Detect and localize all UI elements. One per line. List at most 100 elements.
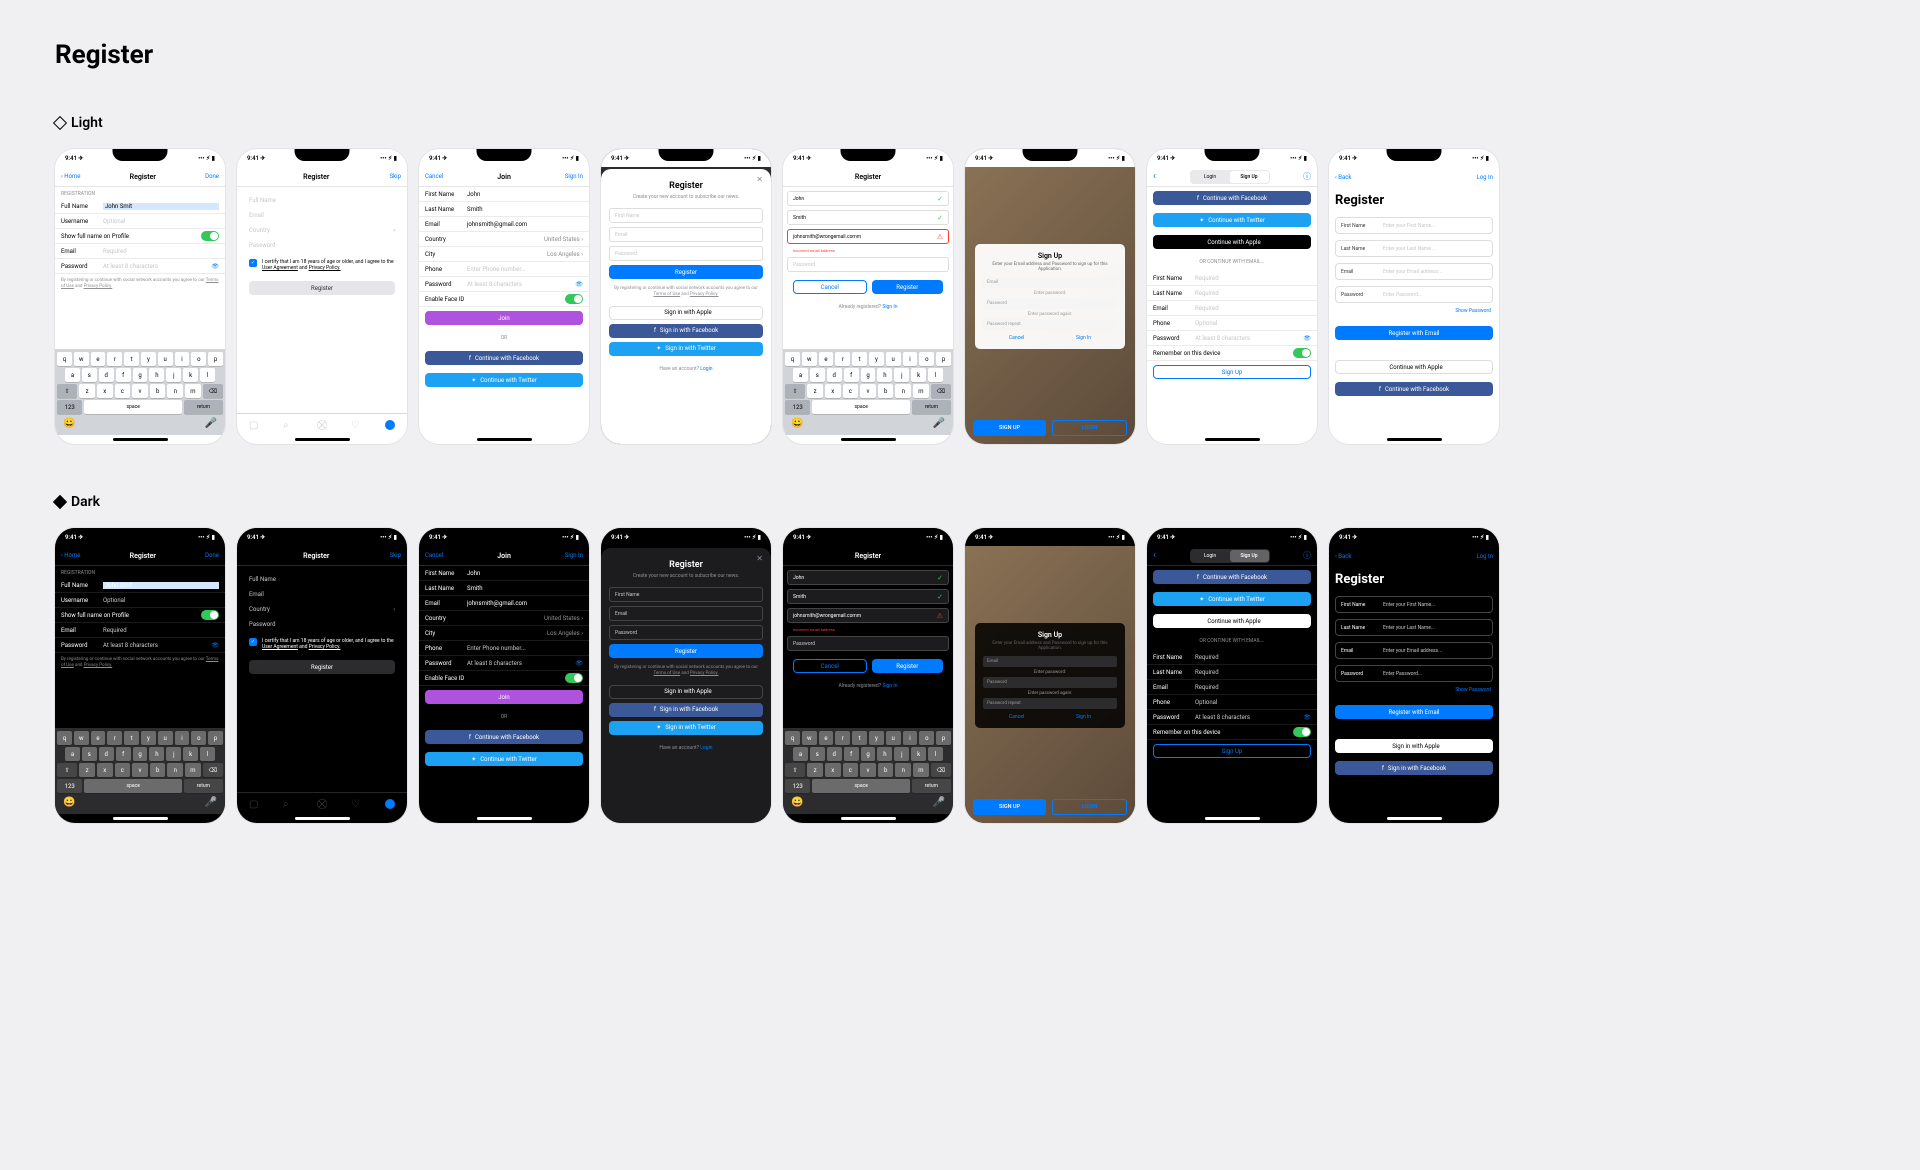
password-input[interactable]: At least 8 characters bbox=[467, 660, 522, 667]
shift-key[interactable]: ⇧ bbox=[57, 763, 77, 777]
key-l[interactable]: l bbox=[200, 747, 215, 761]
apple-button[interactable]: Sign in with Apple bbox=[1335, 739, 1493, 753]
full-name-input[interactable]: John Smit bbox=[103, 582, 219, 589]
first-name-input[interactable]: John✓ bbox=[787, 570, 949, 585]
full-name-input[interactable]: Full Name bbox=[249, 576, 276, 583]
key-v[interactable]: v bbox=[860, 763, 876, 777]
key-v[interactable]: v bbox=[860, 384, 876, 398]
cancel-button[interactable]: Cancel bbox=[1009, 335, 1024, 341]
age-checkbox[interactable]: ✓ bbox=[249, 259, 257, 267]
search-icon[interactable]: ⌕ bbox=[283, 420, 293, 430]
space-key[interactable]: space bbox=[84, 400, 182, 414]
key-y[interactable]: y bbox=[869, 352, 884, 366]
country-input[interactable]: Country bbox=[249, 227, 270, 234]
register-button[interactable]: Register bbox=[249, 660, 395, 674]
key-k[interactable]: k bbox=[183, 747, 198, 761]
key-x[interactable]: x bbox=[97, 384, 113, 398]
email-input[interactable]: Required bbox=[103, 627, 127, 634]
last-name-input[interactable]: Smith✓ bbox=[787, 589, 949, 604]
key-r[interactable]: r bbox=[107, 731, 122, 745]
wallet-icon[interactable]: ▢ bbox=[249, 799, 259, 809]
mic-icon[interactable]: 🎤 bbox=[933, 797, 945, 808]
key-t[interactable]: t bbox=[124, 352, 139, 366]
login-button[interactable]: LOGIN bbox=[1052, 420, 1127, 436]
email-input[interactable]: Email bbox=[609, 227, 763, 242]
eye-icon[interactable]: 👁 bbox=[211, 263, 219, 270]
show-profile-toggle[interactable] bbox=[201, 610, 219, 620]
facebook-button[interactable]: fSign in with Facebook bbox=[609, 324, 763, 338]
show-profile-toggle[interactable] bbox=[201, 231, 219, 241]
apple-button[interactable]: Continue with Apple bbox=[1153, 235, 1311, 249]
facebook-button[interactable]: fContinue with Facebook bbox=[425, 351, 583, 365]
emoji-icon[interactable]: 😀 bbox=[63, 418, 75, 429]
signin-button[interactable]: Sign In bbox=[1076, 335, 1091, 341]
search-icon[interactable]: ⌕ bbox=[283, 799, 293, 809]
key-a[interactable]: a bbox=[793, 747, 808, 761]
return-key[interactable]: return bbox=[912, 400, 951, 414]
key-n[interactable]: n bbox=[167, 384, 183, 398]
key-z[interactable]: z bbox=[79, 763, 95, 777]
key-s[interactable]: s bbox=[810, 747, 825, 761]
username-input[interactable]: Optional bbox=[103, 597, 125, 604]
twitter-button[interactable]: ✦Sign in with Twitter bbox=[609, 721, 763, 735]
faceid-toggle[interactable] bbox=[565, 294, 583, 304]
key-i[interactable]: i bbox=[175, 731, 190, 745]
emoji-icon[interactable]: 😀 bbox=[791, 418, 803, 429]
key-h[interactable]: h bbox=[149, 747, 164, 761]
last-name-input[interactable]: Last NameEnter your Last Name... bbox=[1335, 619, 1493, 636]
return-key[interactable]: return bbox=[184, 400, 223, 414]
back-button[interactable]: ‹ bbox=[1153, 171, 1156, 182]
info-icon[interactable]: ⓘ bbox=[1303, 550, 1311, 561]
done-button[interactable]: Done bbox=[205, 552, 219, 559]
password-input[interactable]: Password bbox=[787, 636, 949, 651]
key-v[interactable]: v bbox=[132, 763, 148, 777]
apple-button[interactable]: Sign in with Apple bbox=[609, 306, 763, 320]
key-o[interactable]: o bbox=[919, 731, 934, 745]
password-input[interactable]: Password bbox=[609, 246, 763, 261]
backspace-key[interactable]: ⌫ bbox=[203, 384, 223, 398]
backspace-key[interactable]: ⌫ bbox=[203, 763, 223, 777]
eye-icon[interactable]: 👁 bbox=[211, 642, 219, 649]
key-m[interactable]: m bbox=[913, 763, 929, 777]
close-icon[interactable]: ✕ bbox=[756, 554, 763, 563]
key-r[interactable]: r bbox=[835, 731, 850, 745]
key-d[interactable]: d bbox=[99, 747, 114, 761]
key-n[interactable]: n bbox=[895, 763, 911, 777]
key-g[interactable]: g bbox=[133, 368, 148, 382]
space-key[interactable]: space bbox=[812, 400, 910, 414]
first-name-input[interactable]: First Name bbox=[609, 587, 763, 602]
heart-icon[interactable]: ♡ bbox=[351, 420, 361, 430]
key-c[interactable]: c bbox=[115, 763, 131, 777]
login-link[interactable]: Login bbox=[700, 745, 712, 751]
done-button[interactable]: Done bbox=[205, 173, 219, 180]
apple-button[interactable]: Continue with Apple bbox=[1153, 614, 1311, 628]
key-u[interactable]: u bbox=[886, 731, 901, 745]
key-d[interactable]: d bbox=[827, 747, 842, 761]
key-m[interactable]: m bbox=[185, 384, 201, 398]
privacy-link[interactable]: Privacy Policy. bbox=[84, 284, 113, 289]
last-name-input[interactable]: Smith bbox=[467, 206, 583, 213]
back-button[interactable]: ‹ Home bbox=[61, 173, 80, 180]
key-i[interactable]: i bbox=[903, 352, 918, 366]
key-b[interactable]: b bbox=[150, 763, 166, 777]
mic-icon[interactable]: 🎤 bbox=[205, 797, 217, 808]
key-g[interactable]: g bbox=[133, 747, 148, 761]
cancel-button[interactable]: Cancel bbox=[425, 173, 443, 180]
return-key[interactable]: return bbox=[184, 779, 223, 793]
key-q[interactable]: q bbox=[57, 352, 72, 366]
facebook-button[interactable]: fContinue with Facebook bbox=[425, 730, 583, 744]
country-select[interactable]: United States › bbox=[544, 615, 583, 622]
key-a[interactable]: a bbox=[65, 747, 80, 761]
first-name-input[interactable]: First NameEnter your First Name... bbox=[1335, 596, 1493, 613]
eye-icon[interactable]: 👁 bbox=[1303, 335, 1311, 342]
password-input[interactable]: Password bbox=[787, 257, 949, 272]
apple-button[interactable]: Sign in with Apple bbox=[609, 685, 763, 699]
key-u[interactable]: u bbox=[886, 352, 901, 366]
key-g[interactable]: g bbox=[861, 747, 876, 761]
key-e[interactable]: e bbox=[91, 352, 106, 366]
signin-link[interactable]: Sign In bbox=[882, 683, 897, 689]
backspace-key[interactable]: ⌫ bbox=[931, 763, 951, 777]
facebook-button[interactable]: fSign in with Facebook bbox=[1335, 761, 1493, 775]
first-name-input[interactable]: First NameEnter your First Name... bbox=[1335, 217, 1493, 234]
skip-button[interactable]: Skip bbox=[390, 552, 401, 559]
